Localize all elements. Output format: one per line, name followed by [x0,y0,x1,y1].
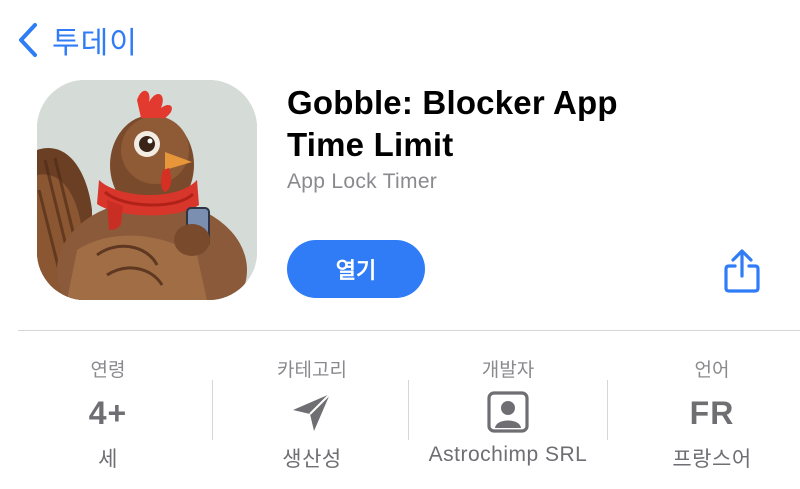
info-language-label: 언어 [694,360,730,381]
info-developer-label: 개발자 [481,360,535,381]
info-category-label: 카테고리 [277,360,347,381]
share-icon [724,249,760,293]
info-language-value: FR [689,395,735,431]
info-language: 언어 FR 프랑스어 [612,345,800,475]
app-subtitle: App Lock Timer [287,170,438,193]
app-title-line1: Gobble: Blocker App [287,84,618,121]
info-category: 카테고리 생산성 [212,345,412,475]
info-age-sub: 세 [98,448,118,471]
open-button[interactable]: 열기 [287,240,425,298]
info-category-sub: 생산성 [282,448,342,471]
turkey-illustration [37,80,257,300]
divider [18,330,800,331]
info-strip: 연령 4+ 세 카테고리 생산성 개발자 Astrochimp SRL 언어 F… [0,345,800,489]
share-button[interactable] [722,248,762,294]
info-separator [607,380,608,440]
back-label: 투데이 [52,27,138,60]
paper-plane-icon [293,393,331,431]
app-icon [37,80,257,300]
info-age: 연령 4+ 세 [8,345,208,475]
app-title: Gobble: Blocker App Time Limit [287,82,707,166]
chevron-left-icon [19,23,37,57]
info-age-value: 4+ [88,395,128,431]
back-button[interactable]: 투데이 [18,18,138,62]
info-developer: 개발자 Astrochimp SRL [408,345,608,475]
app-title-line2: Time Limit [287,126,454,163]
info-age-label: 연령 [90,360,126,381]
person-square-icon [487,391,529,433]
info-language-sub: 프랑스어 [672,448,752,471]
info-developer-sub: Astrochimp SRL [428,443,588,466]
